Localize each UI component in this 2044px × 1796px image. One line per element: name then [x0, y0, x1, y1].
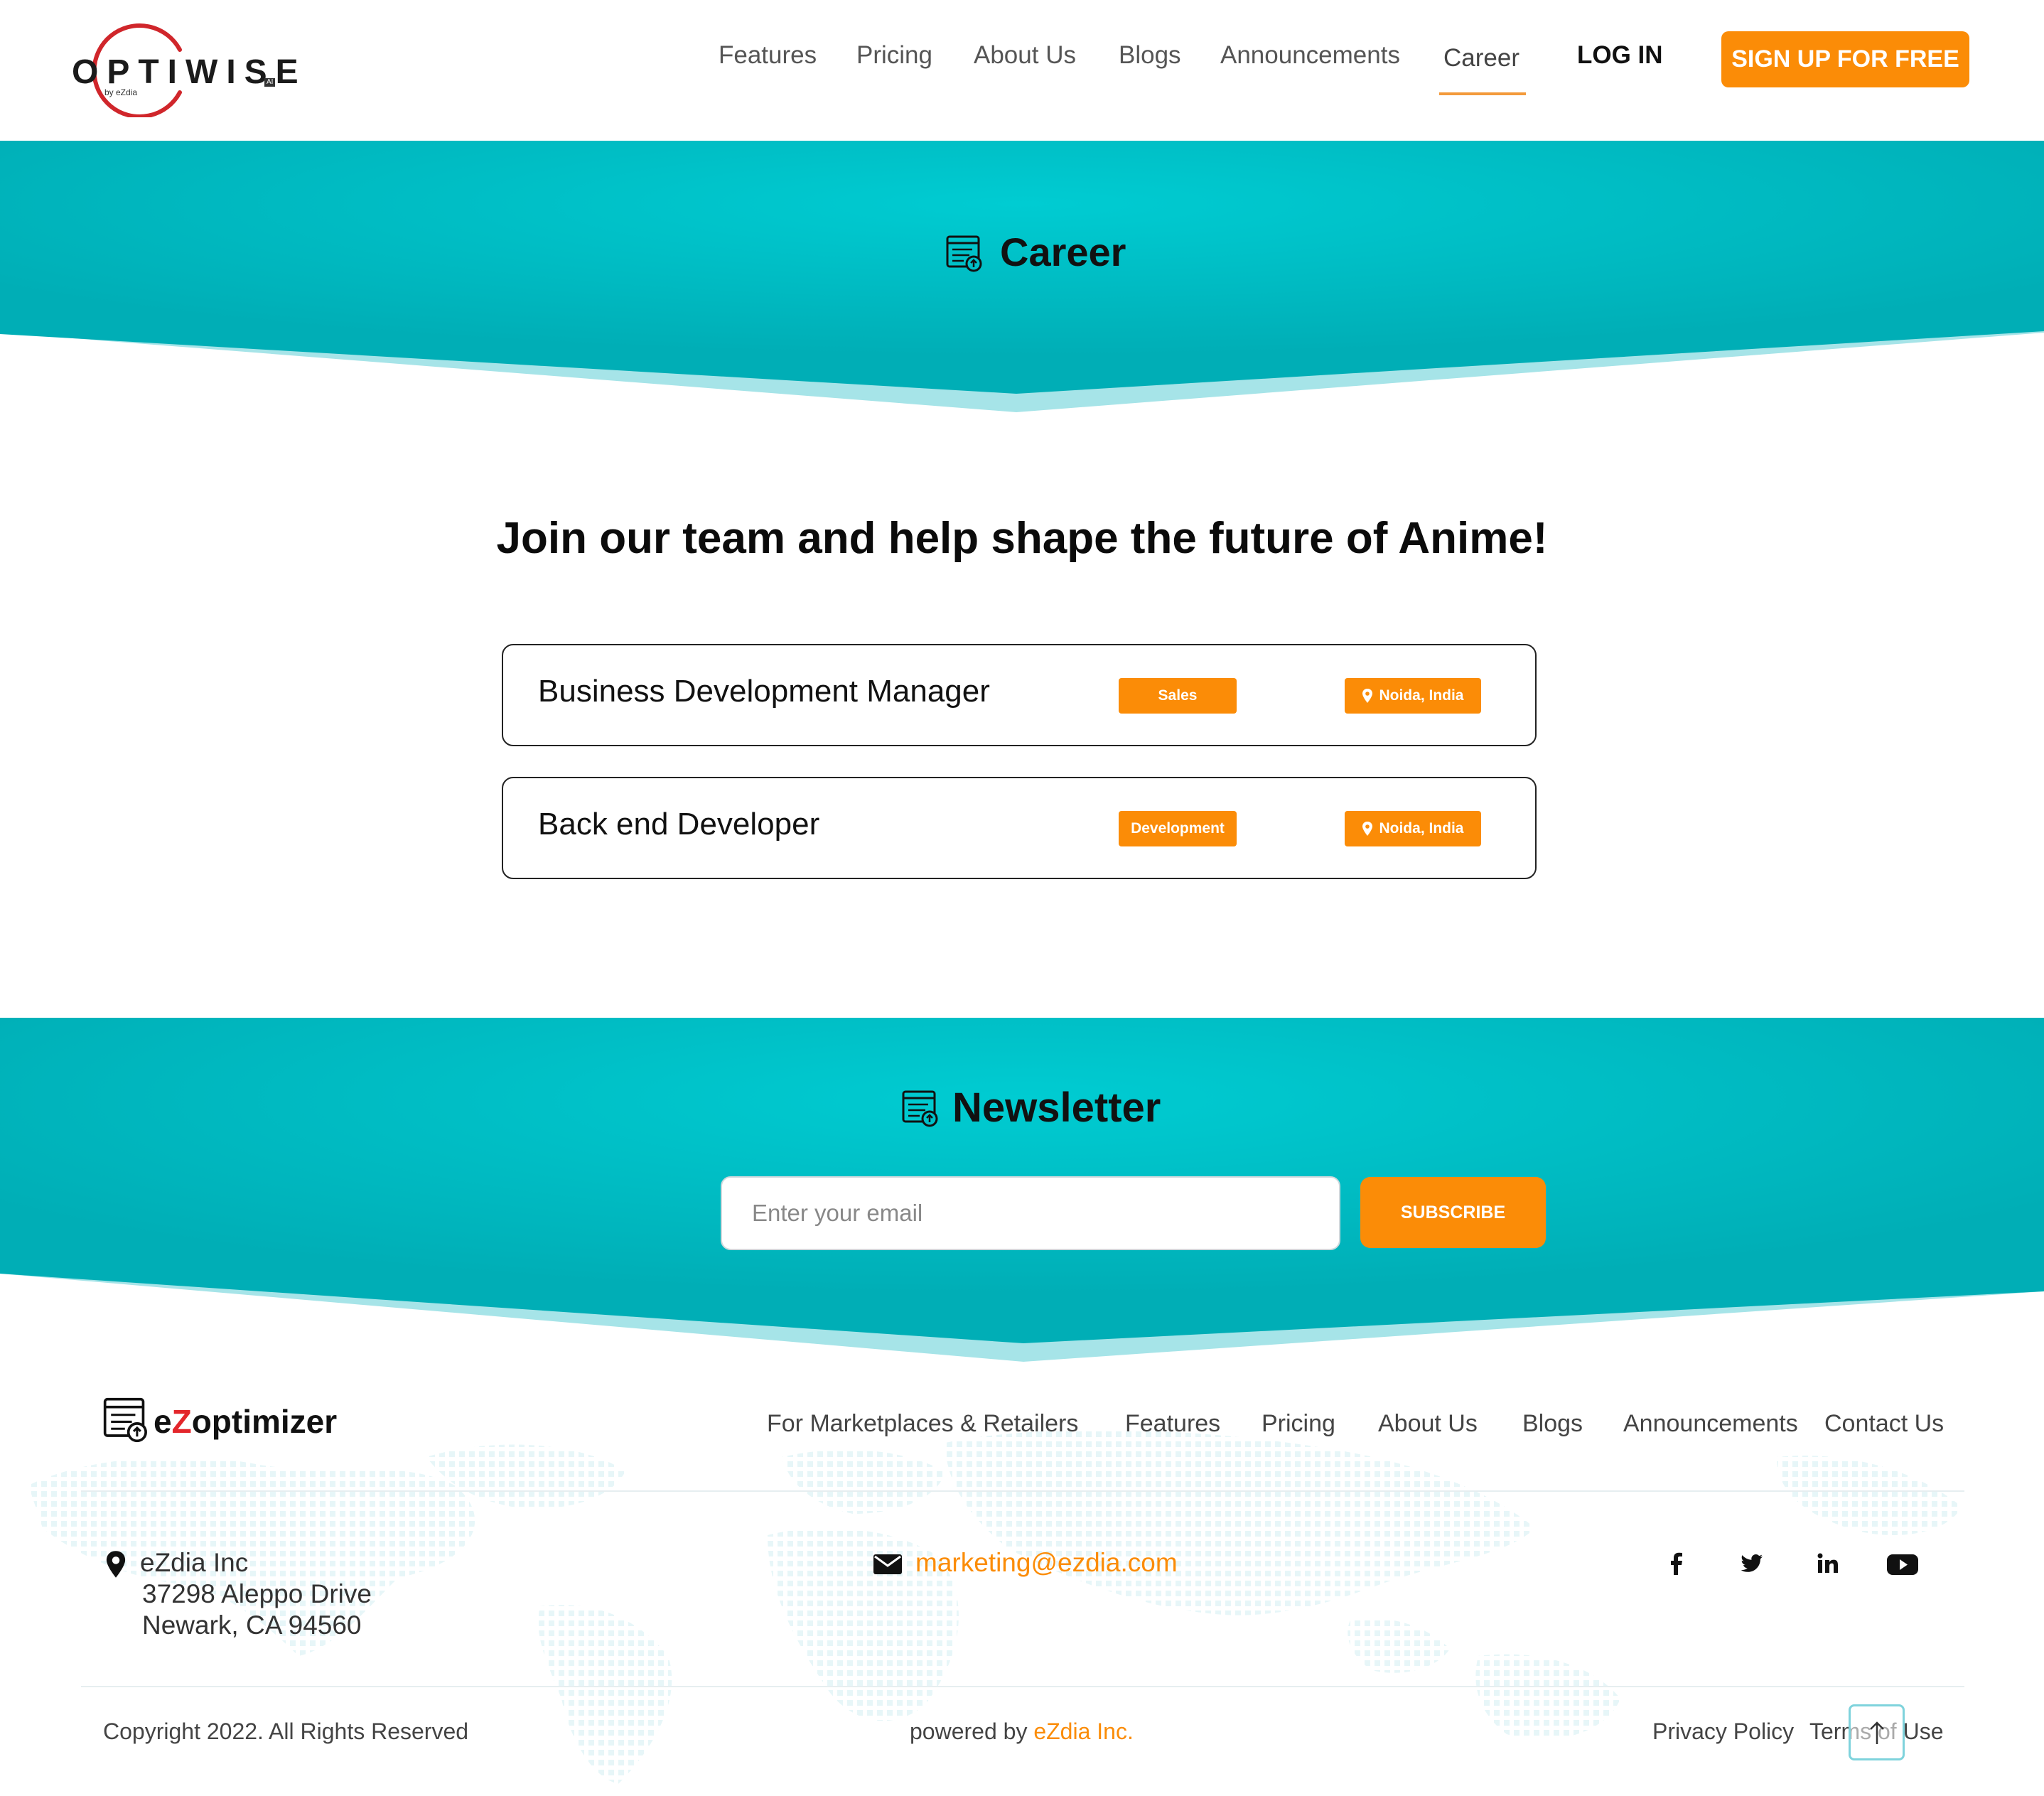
logo-subtext: by eZdia	[104, 87, 138, 97]
powered-prefix: powered by	[910, 1719, 1034, 1744]
department-badge: Sales	[1119, 678, 1237, 714]
career-list-icon	[946, 235, 982, 272]
powered-by-text: powered by eZdia Inc.	[910, 1719, 1134, 1745]
nav-about-us[interactable]: About Us	[974, 41, 1076, 70]
nav-career[interactable]: Career	[1443, 44, 1519, 72]
facebook-icon[interactable]	[1660, 1548, 1693, 1581]
location-pin-icon	[1362, 689, 1373, 703]
footer-divider	[81, 1490, 1964, 1492]
address-company: eZdia Inc	[140, 1548, 249, 1577]
logo-ai-badge: AI	[264, 78, 276, 87]
brand-prefix: e	[154, 1403, 172, 1440]
job-title: Back end Developer	[538, 807, 820, 841]
ezoptimizer-logo-icon	[103, 1397, 147, 1443]
nav-blogs[interactable]: Blogs	[1119, 41, 1181, 70]
department-badge: Development	[1119, 811, 1237, 846]
page-title: Career	[1000, 230, 1126, 274]
brand-suffix: optimizer	[191, 1403, 338, 1440]
twitter-icon[interactable]	[1736, 1548, 1768, 1581]
youtube-icon[interactable]	[1885, 1548, 1920, 1581]
location-badge: Noida, India	[1345, 811, 1481, 846]
mail-icon	[873, 1554, 902, 1574]
copyright-text: Copyright 2022. All Rights Reserved	[103, 1719, 469, 1744]
footer-link-features[interactable]: Features	[1125, 1410, 1220, 1438]
jobs-heading: Join our team and help shape the future …	[496, 514, 1548, 563]
linkedin-icon[interactable]	[1812, 1548, 1844, 1581]
active-nav-indicator	[1439, 92, 1526, 95]
location-pin-icon	[106, 1551, 126, 1578]
footer-divider	[81, 1686, 1964, 1687]
newsletter-list-icon	[902, 1090, 938, 1127]
optiwise-logo[interactable]: OPTIWISE by eZdia AI	[68, 21, 298, 117]
footer-link-blogs[interactable]: Blogs	[1522, 1410, 1583, 1438]
footer-link-about-us[interactable]: About Us	[1378, 1410, 1478, 1438]
nav-features[interactable]: Features	[719, 41, 817, 70]
footer-link-announcements[interactable]: Announcements	[1623, 1410, 1798, 1438]
location-text: Noida, India	[1379, 820, 1464, 837]
ezoptimizer-logo[interactable]: eZoptimizer	[102, 1397, 337, 1447]
brand-name: eZoptimizer	[154, 1402, 337, 1441]
email-link[interactable]: marketing@ezdia.com	[915, 1548, 1178, 1578]
scroll-to-top-button[interactable]	[1849, 1704, 1905, 1760]
address-street: 37298 Aleppo Drive	[142, 1579, 372, 1608]
arrow-up-icon	[1869, 1721, 1884, 1744]
email-input[interactable]	[721, 1176, 1340, 1250]
location-badge: Noida, India	[1345, 678, 1481, 714]
career-banner	[0, 141, 2044, 412]
job-card[interactable]: Business Development Manager Sales Noida…	[502, 644, 1537, 746]
footer-link-contact-us[interactable]: Contact Us	[1824, 1410, 1944, 1438]
subscribe-button[interactable]: SUBSCRIBE	[1360, 1177, 1546, 1248]
job-title: Business Development Manager	[538, 674, 990, 709]
powered-by-link[interactable]: eZdia Inc.	[1033, 1719, 1134, 1744]
login-link[interactable]: LOG IN	[1577, 41, 1663, 70]
newsletter-title: Newsletter	[952, 1085, 1161, 1131]
site-header: OPTIWISE by eZdia AI Features Pricing Ab…	[0, 0, 2044, 141]
footer-link-marketplaces[interactable]: For Marketplaces & Retailers	[767, 1410, 1078, 1438]
privacy-policy-link[interactable]: Privacy Policy	[1652, 1719, 1794, 1745]
nav-announcements[interactable]: Announcements	[1220, 41, 1400, 70]
footer-link-pricing[interactable]: Pricing	[1262, 1410, 1335, 1438]
signup-button[interactable]: SIGN UP FOR FREE	[1721, 31, 1969, 87]
location-text: Noida, India	[1379, 687, 1464, 704]
job-card[interactable]: Back end Developer Development Noida, In…	[502, 777, 1537, 879]
location-pin-icon	[1362, 822, 1373, 836]
address-city: Newark, CA 94560	[142, 1611, 362, 1640]
nav-pricing[interactable]: Pricing	[856, 41, 932, 70]
brand-z: Z	[171, 1403, 192, 1440]
